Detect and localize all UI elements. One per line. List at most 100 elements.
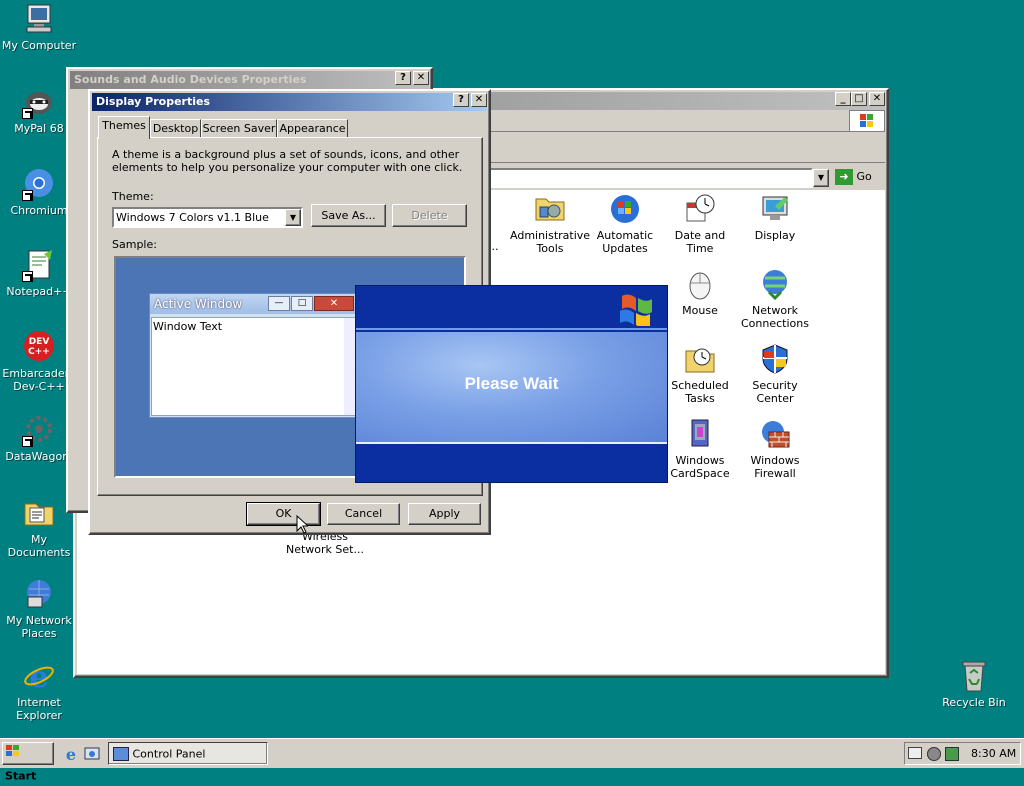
network-tray-icon[interactable]	[945, 747, 959, 761]
svg-text:DEV: DEV	[29, 337, 50, 347]
task-label: Control Panel	[132, 747, 206, 761]
svg-text:e: e	[66, 745, 76, 763]
desktop-icon-label: My Computer	[1, 39, 77, 52]
notepadpp-icon	[22, 248, 56, 282]
keyboard-icon[interactable]	[908, 747, 922, 759]
desktop-icon-label: My Network Places	[6, 614, 72, 640]
apply-button[interactable]: Apply	[408, 503, 481, 525]
display-properties-titlebar[interactable]: Display Properties	[92, 93, 487, 111]
delete-button: Delete	[392, 204, 467, 227]
windows-logo-icon	[849, 110, 885, 132]
please-wait-dialog: Please Wait	[355, 285, 668, 483]
cardspace-icon	[684, 418, 716, 450]
sample-window-text: Window Text	[153, 320, 223, 333]
chromium-icon	[22, 167, 56, 201]
tab-desktop[interactable]: Desktop	[150, 119, 201, 138]
close-button[interactable]: ✕	[413, 71, 429, 85]
cp-item-windows-cardspace[interactable]: Windows CardSpace	[660, 418, 740, 480]
maximize-button[interactable]: □	[851, 92, 867, 106]
volume-icon[interactable]	[927, 747, 941, 761]
windows-flag-icon	[618, 290, 656, 329]
display-icon	[759, 193, 791, 225]
security-shield-icon	[759, 343, 791, 375]
close-button[interactable]: ✕	[869, 92, 885, 106]
desktop-icon-my-computer[interactable]: My Computer	[0, 2, 78, 52]
scheduled-tasks-icon	[684, 343, 716, 375]
internet-explorer-icon: e	[22, 659, 56, 695]
windows-logo-icon	[5, 744, 21, 765]
quick-launch-desktop-icon[interactable]	[83, 745, 101, 763]
address-dropdown-button[interactable]: ▼	[813, 169, 829, 187]
network-connections-icon	[759, 268, 791, 301]
cancel-button[interactable]: Cancel	[327, 503, 400, 525]
sample-window-body: Window Text	[151, 317, 357, 416]
cp-item-mouse[interactable]: Mouse	[660, 268, 740, 317]
cp-item-network-connections[interactable]: Network Connections	[735, 268, 815, 330]
tab-themes[interactable]: Themes	[98, 116, 150, 139]
mouse-icon	[684, 268, 716, 300]
taskbar: Start e Control Panel 8:30 AM	[0, 738, 1024, 782]
go-button[interactable]: ➜ Go	[835, 168, 885, 188]
cp-item-scheduled-tasks[interactable]: Scheduled Tasks	[660, 343, 740, 405]
go-arrow-icon: ➜	[835, 169, 853, 185]
devcpp-icon: DEV C++	[22, 330, 56, 364]
cp-item-display[interactable]: Display	[735, 193, 815, 242]
please-wait-message: Please Wait	[464, 374, 559, 393]
system-tray: 8:30 AM	[904, 742, 1021, 765]
sample-maximize-icon: □	[291, 296, 313, 311]
go-label: Go	[856, 170, 872, 183]
recycle-bin-icon	[957, 659, 991, 693]
administrative-tools-icon	[534, 193, 566, 225]
cp-item-date-and-time[interactable]: Date and Time	[660, 193, 740, 255]
clock: 8:30 AM	[971, 747, 1017, 760]
ok-button[interactable]: OK	[246, 502, 321, 526]
sample-minimize-icon: —	[268, 296, 290, 311]
desktop-icon-internet-explorer[interactable]: e Internet Explorer	[0, 659, 78, 722]
chevron-down-icon[interactable]: ▼	[285, 209, 301, 226]
sample-close-icon: ✕	[314, 296, 354, 311]
cp-item-automatic-updates[interactable]: Automatic Updates	[585, 193, 665, 255]
desktop-icon-label: My Documents	[7, 533, 71, 559]
close-button[interactable]: ✕	[471, 93, 487, 107]
mypal-icon	[22, 85, 56, 119]
tab-screen-saver[interactable]: Screen Saver	[201, 119, 277, 138]
please-wait-footer	[356, 442, 667, 482]
help-button[interactable]: ?	[453, 93, 469, 107]
cp-item-administrative-tools[interactable]: Administrative Tools	[510, 193, 590, 255]
start-button[interactable]: Start	[2, 742, 54, 782]
svg-text:C++: C++	[28, 347, 50, 357]
taskbar-button-control-panel[interactable]: Control Panel	[108, 742, 268, 765]
theme-select[interactable]: Windows 7 Colors v1.1 Blue ▼	[112, 207, 303, 228]
theme-description: A theme is a background plus a set of so…	[112, 148, 463, 174]
control-panel-icon	[113, 747, 129, 761]
start-label: Start	[5, 769, 37, 782]
date-time-icon	[684, 193, 716, 225]
mouse-pointer-icon	[296, 514, 310, 538]
sounds-audio-titlebar[interactable]: Sounds and Audio Devices Properties	[70, 71, 429, 89]
save-as-button[interactable]: Save As...	[311, 204, 386, 227]
minimize-button[interactable]: _	[835, 92, 851, 106]
help-button[interactable]: ?	[395, 71, 411, 85]
sample-label: Sample:	[112, 238, 157, 251]
desktop-icon-label: Recycle Bin	[942, 696, 1006, 709]
tab-appearance[interactable]: Appearance	[277, 119, 348, 138]
theme-select-value: Windows 7 Colors v1.1 Blue	[116, 211, 269, 224]
address-input[interactable]	[475, 168, 813, 188]
desktop-icon-recycle-bin[interactable]: Recycle Bin	[935, 659, 1013, 709]
sample-window-title: Active Window	[154, 297, 243, 311]
please-wait-body: Please Wait	[356, 332, 667, 442]
sample-window-titlebar: Active Window — □ ✕	[150, 294, 358, 314]
desktop-icon-network-places[interactable]: My Network Places	[0, 577, 78, 640]
firewall-icon	[759, 418, 791, 450]
cp-item-windows-firewall[interactable]: Windows Firewall	[735, 418, 815, 480]
desktop-icon-label: Internet Explorer	[16, 696, 62, 722]
computer-icon	[22, 2, 56, 36]
svg-text:e: e	[29, 660, 48, 693]
documents-folder-icon	[22, 496, 56, 530]
quick-launch-ie-icon[interactable]: e	[62, 745, 80, 764]
datawagon-icon	[22, 413, 56, 447]
theme-label: Theme:	[112, 190, 154, 203]
automatic-updates-icon	[609, 193, 641, 225]
cp-item-security-center[interactable]: Security Center	[735, 343, 815, 405]
sample-window: Active Window — □ ✕ Window Text	[149, 293, 359, 418]
